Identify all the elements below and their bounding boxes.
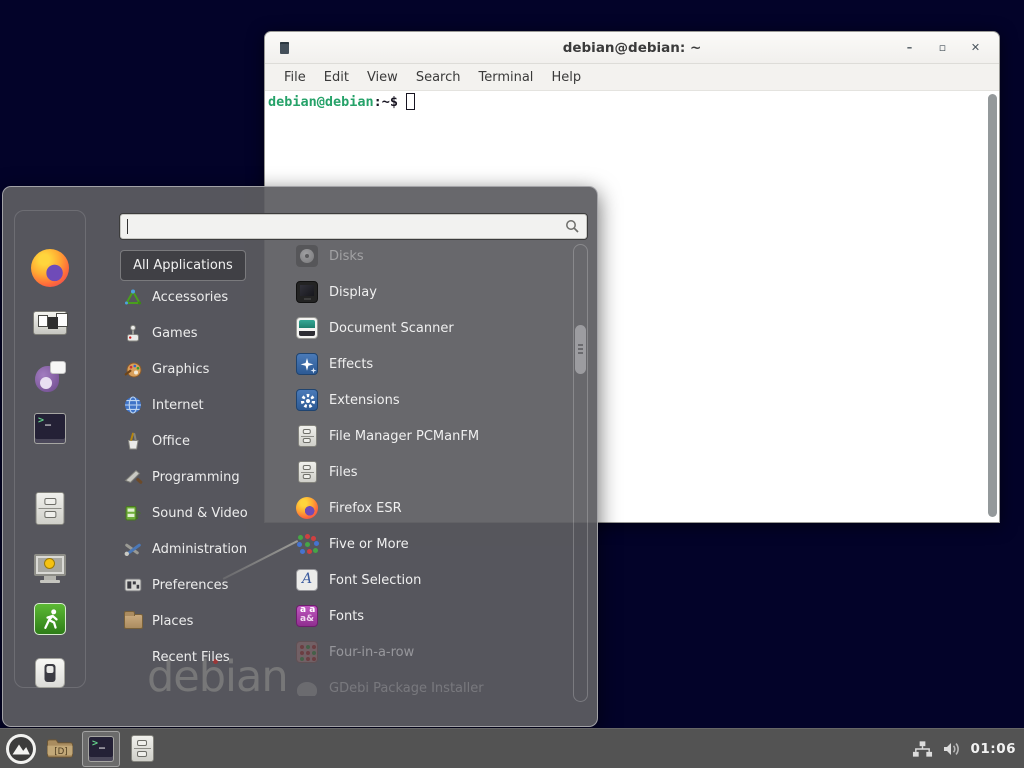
search-caret [127,219,128,234]
app-effects[interactable]: Effects [284,346,572,382]
display-icon [296,281,318,303]
prompt-user: debian@debian [268,94,374,110]
category-graphics[interactable]: Graphics [115,351,267,387]
application-menu: debian [2,186,598,727]
disks-icon [296,245,318,267]
menu-logo-icon [5,733,37,765]
lock-screen-icon[interactable] [32,554,68,585]
close-icon[interactable]: ✕ [966,38,985,57]
category-administration[interactable]: Administration [115,531,267,567]
application-list: Disks Display Document Scanner Effects E… [284,238,572,696]
menu-file[interactable]: File [275,67,315,88]
menu-button[interactable] [4,732,38,766]
logout-icon[interactable] [34,603,66,635]
running-person-icon [38,607,64,633]
taskbar: [D] 01:06 [0,728,1024,768]
terminal-icon[interactable] [34,413,66,444]
category-programming[interactable]: Programming [115,459,267,495]
terminal-button[interactable] [82,731,120,767]
shutdown-icon[interactable] [35,658,65,688]
app-font-selection[interactable]: Font Selection [284,562,572,598]
category-internet[interactable]: Internet [115,387,267,423]
font-selection-icon [296,569,318,591]
preferences-icon [123,575,143,595]
maximize-icon[interactable]: ▫ [933,38,952,57]
svg-text:♪: ♪ [135,509,142,522]
accessories-icon [123,287,143,307]
app-document-scanner[interactable]: Document Scanner [284,310,572,346]
extensions-icon [296,389,318,411]
favorites-column [14,210,86,688]
four-in-a-row-icon [296,641,318,663]
menu-search[interactable]: Search [407,67,470,88]
category-places[interactable]: Places [115,603,267,639]
desktop-folder-button[interactable]: [D] [41,731,79,767]
app-five-or-more[interactable]: Five or More [284,526,572,562]
network-icon[interactable] [912,740,933,758]
category-office[interactable]: Office [115,423,267,459]
terminal-cursor [406,93,415,110]
volume-icon[interactable] [942,740,962,758]
app-fonts[interactable]: Fonts [284,598,572,634]
firefox-icon [296,497,318,519]
app-file-manager-pcmanfm[interactable]: File Manager PCManFM [284,418,572,454]
menu-terminal[interactable]: Terminal [469,67,542,88]
apps-scrollbar-thumb[interactable] [575,325,586,374]
svg-text:[D]: [D] [54,747,67,757]
terminal-menubar: File Edit View Search Terminal Help [265,64,999,91]
graphics-icon [123,359,143,379]
app-files[interactable]: Files [284,454,572,490]
sound-video-icon: ♪ [123,503,143,523]
clock[interactable]: 01:06 [971,741,1016,757]
file-cabinet-icon[interactable] [36,492,65,525]
minimize-icon[interactable]: – [900,38,919,57]
search-icon [565,219,580,234]
desktop: { "terminal": { "title": "debian@debian:… [0,0,1024,768]
document-scanner-icon [296,317,318,339]
file-cabinet-icon [131,735,154,762]
file-cabinet-icon [298,425,317,447]
settings-icon[interactable] [33,311,67,335]
search-input[interactable] [119,213,588,240]
terminal-title: debian@debian: ~ [265,40,999,56]
category-list: Accessories Games Graphics Internet Offi… [115,279,267,675]
files-button[interactable] [123,731,161,767]
prompt-path: :~$ [374,94,398,110]
category-sound-video[interactable]: ♪ Sound & Video [115,495,267,531]
desktop-folder-icon: [D] [45,736,75,761]
fonts-icon [296,605,318,627]
office-icon [123,431,143,451]
app-display[interactable]: Display [284,274,572,310]
category-accessories[interactable]: Accessories [115,279,267,315]
file-cabinet-icon [298,461,317,483]
terminal-icon [88,736,114,762]
five-or-more-icon [296,533,318,555]
gdebi-icon [297,682,317,696]
games-icon [123,323,143,343]
system-tray: 01:06 [912,740,1024,758]
terminal-scrollbar[interactable] [988,94,997,517]
category-preferences[interactable]: Preferences [115,567,267,603]
category-recent-files[interactable]: Recent Files [115,639,267,675]
menu-edit[interactable]: Edit [315,67,358,88]
terminal-titlebar[interactable]: debian@debian: ~ – ▫ ✕ [265,32,999,64]
app-gdebi-package-installer[interactable]: GDebi Package Installer [284,670,572,696]
category-games[interactable]: Games [115,315,267,351]
app-disks[interactable]: Disks [284,238,572,274]
menu-view[interactable]: View [358,67,407,88]
firefox-icon[interactable] [31,249,69,287]
app-firefox-esr[interactable]: Firefox ESR [284,490,572,526]
effects-icon [296,353,318,375]
places-icon [123,611,143,631]
internet-icon [123,395,143,415]
pidgin-icon[interactable] [34,361,66,393]
administration-icon [123,539,143,559]
programming-icon [123,467,143,487]
all-applications-button[interactable]: All Applications [120,250,246,281]
terminal-prompt: debian@debian:~$ [268,93,415,110]
apps-scrollbar-track[interactable] [573,244,588,702]
app-extensions[interactable]: Extensions [284,382,572,418]
app-four-in-a-row[interactable]: Four-in-a-row [284,634,572,670]
menu-help[interactable]: Help [542,67,590,88]
